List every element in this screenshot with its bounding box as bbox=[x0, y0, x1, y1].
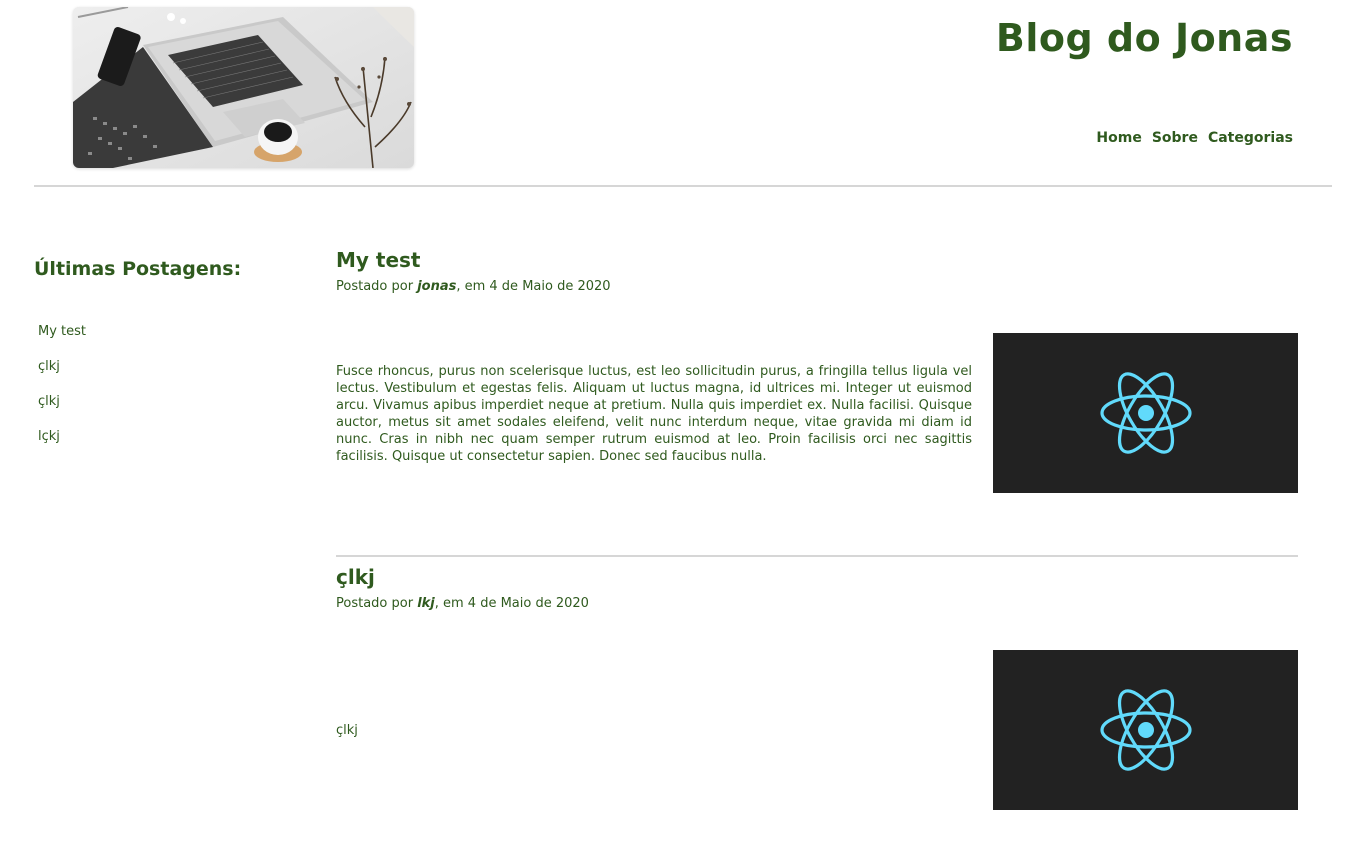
recent-post-link[interactable]: My test bbox=[38, 324, 86, 339]
recent-post-link[interactable]: çlkj bbox=[38, 394, 60, 409]
post-thumbnail[interactable] bbox=[993, 333, 1298, 493]
list-item: My test bbox=[38, 320, 86, 355]
post-meta: Postado por jonas, em 4 de Maio de 2020 bbox=[336, 279, 1298, 294]
post-divider bbox=[336, 555, 1298, 557]
react-logo-icon bbox=[1099, 372, 1192, 454]
nav-categorias-link[interactable]: Categorias bbox=[1208, 130, 1293, 146]
header-divider bbox=[34, 185, 1332, 187]
post-card: My test Postado por jonas, em 4 de Maio … bbox=[336, 247, 1298, 497]
recent-posts-list: My test çlkj çlkj lçkj bbox=[38, 320, 86, 460]
react-logo-icon bbox=[1099, 689, 1192, 771]
nav-home-link[interactable]: Home bbox=[1096, 130, 1141, 146]
desk-laptop-photo bbox=[73, 7, 414, 168]
nav-sobre-link[interactable]: Sobre bbox=[1152, 130, 1198, 146]
main-nav: Home Sobre Categorias bbox=[1096, 130, 1293, 146]
post-author[interactable]: lkj bbox=[417, 596, 435, 611]
post-body: çlkj bbox=[336, 723, 358, 738]
sidebar-title: Últimas Postagens: bbox=[34, 258, 242, 280]
post-date: , em 4 de Maio de 2020 bbox=[456, 279, 611, 294]
post-thumbnail[interactable] bbox=[993, 650, 1298, 810]
list-item: lçkj bbox=[38, 425, 86, 460]
list-item: çlkj bbox=[38, 355, 86, 390]
post-body: Fusce rhoncus, purus non scelerisque luc… bbox=[336, 364, 972, 464]
page: Blog do Jonas Home Sobre Categorias Últi… bbox=[0, 0, 1351, 855]
post-meta: Postado por lkj, em 4 de Maio de 2020 bbox=[336, 596, 1298, 611]
post-date: , em 4 de Maio de 2020 bbox=[434, 596, 589, 611]
recent-post-link[interactable]: çlkj bbox=[38, 359, 60, 374]
recent-post-link[interactable]: lçkj bbox=[38, 429, 60, 444]
site-title[interactable]: Blog do Jonas bbox=[996, 16, 1293, 60]
post-title[interactable]: çlkj bbox=[336, 564, 1298, 590]
header-image bbox=[73, 7, 414, 168]
post-meta-prefix: Postado por bbox=[336, 279, 418, 294]
post-title[interactable]: My test bbox=[336, 247, 1298, 273]
list-item: çlkj bbox=[38, 390, 86, 425]
post-meta-prefix: Postado por bbox=[336, 596, 418, 611]
post-author[interactable]: jonas bbox=[417, 279, 456, 294]
post-card: çlkj Postado por lkj, em 4 de Maio de 20… bbox=[336, 564, 1298, 814]
